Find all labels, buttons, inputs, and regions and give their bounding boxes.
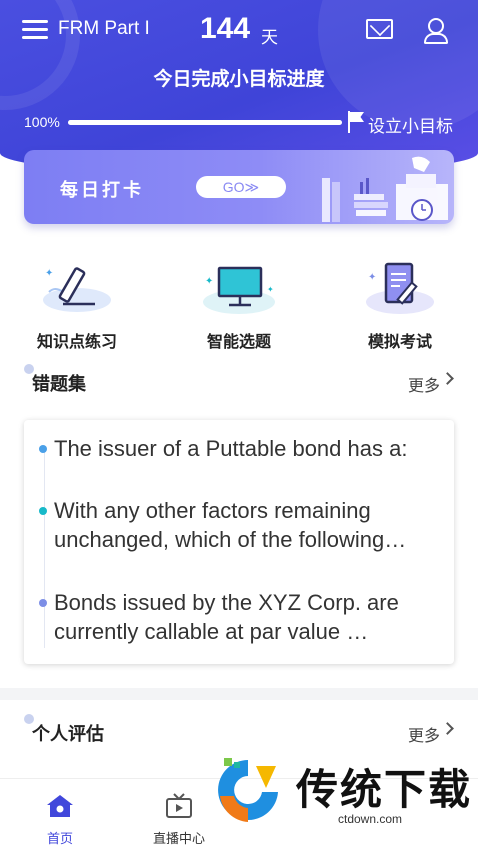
goal-title: 今日完成小目标进度 <box>153 69 325 90</box>
progress-bar <box>68 120 342 125</box>
tv-icon <box>166 793 192 818</box>
header: FRM Part I 144 天 今日完成小目标进度 100% 设立小目标 <box>0 0 478 175</box>
home-icon <box>47 795 73 817</box>
svg-text:✦: ✦ <box>205 276 213 287</box>
checkin-illustration-icon <box>322 156 448 222</box>
nav-label: 首页 <box>46 831 73 846</box>
section-divider <box>0 688 478 700</box>
set-goal-button[interactable]: 设立小目标 <box>368 112 453 137</box>
question-text: The issuer of a Puttable bond has a: <box>54 436 408 461</box>
chevron-right-icon[interactable] <box>441 372 454 385</box>
profile-icon[interactable] <box>422 16 450 44</box>
banner-text: 每日打卡 <box>60 180 144 200</box>
chevron-right-icon[interactable] <box>441 722 454 735</box>
more-button[interactable]: 更多 <box>408 722 440 746</box>
flag-icon[interactable] <box>346 111 366 133</box>
app-title[interactable]: FRM Part I <box>58 18 150 40</box>
exam-paper-icon: ✦ <box>360 262 440 316</box>
bullet-icon <box>39 445 47 453</box>
progress-fill <box>68 120 342 125</box>
days-remaining-count: 144 <box>200 12 251 45</box>
top-bar: FRM Part I 144 天 <box>0 12 478 48</box>
more-button[interactable]: 更多 <box>408 372 440 396</box>
section-title: 个人评估 <box>32 724 104 744</box>
pen-icon: ✦ <box>37 262 117 316</box>
mail-icon[interactable] <box>366 19 393 39</box>
feature-smart-select[interactable]: ✦ ✦ 智能选题 <box>179 262 299 352</box>
feature-label: 知识点练习 <box>36 334 117 351</box>
svg-text:✦: ✦ <box>45 268 53 279</box>
svg-text:✦: ✦ <box>267 285 274 294</box>
question-text: Bonds issued by the XYZ Corp. are curren… <box>54 590 399 644</box>
wrong-questions-header: 错题集 更多 <box>24 364 454 396</box>
timeline-line <box>44 448 45 648</box>
feature-label: 智能选题 <box>206 334 271 351</box>
monitor-icon: ✦ ✦ <box>199 262 279 316</box>
svg-text:✦: ✦ <box>368 272 376 283</box>
menu-icon[interactable] <box>22 20 48 39</box>
question-item[interactable]: With any other factors remaining unchang… <box>39 496 444 554</box>
feature-knowledge-practice[interactable]: ✦ 知识点练习 <box>17 262 137 352</box>
watermark-url: ctdown.com <box>338 812 403 826</box>
question-text: With any other factors remaining unchang… <box>54 498 407 552</box>
bullet-icon <box>39 599 47 607</box>
personal-eval-header: 个人评估 更多 <box>24 714 454 746</box>
feature-mock-exam[interactable]: ✦ 模拟考试 <box>340 262 460 352</box>
section-title: 错题集 <box>32 374 86 394</box>
feature-label: 模拟考试 <box>367 334 432 351</box>
question-item[interactable]: Bonds issued by the XYZ Corp. are curren… <box>39 588 444 646</box>
nav-home[interactable]: 首页 <box>15 793 105 847</box>
watermark-text: 传统下载 <box>296 766 473 813</box>
watermark: 传统下载 ctdown.com <box>204 748 478 834</box>
bullet-icon <box>39 507 47 515</box>
question-item[interactable]: The issuer of a Puttable bond has a: <box>39 434 444 463</box>
daily-checkin-banner[interactable]: 每日打卡 GO≫ <box>24 150 454 224</box>
wrong-questions-card: The issuer of a Puttable bond has a: Wit… <box>24 420 454 664</box>
watermark-logo-icon <box>218 758 278 822</box>
banner-go-button[interactable]: GO≫ <box>196 176 286 198</box>
progress-percent: 100% <box>24 114 60 130</box>
days-unit: 天 <box>261 28 278 47</box>
